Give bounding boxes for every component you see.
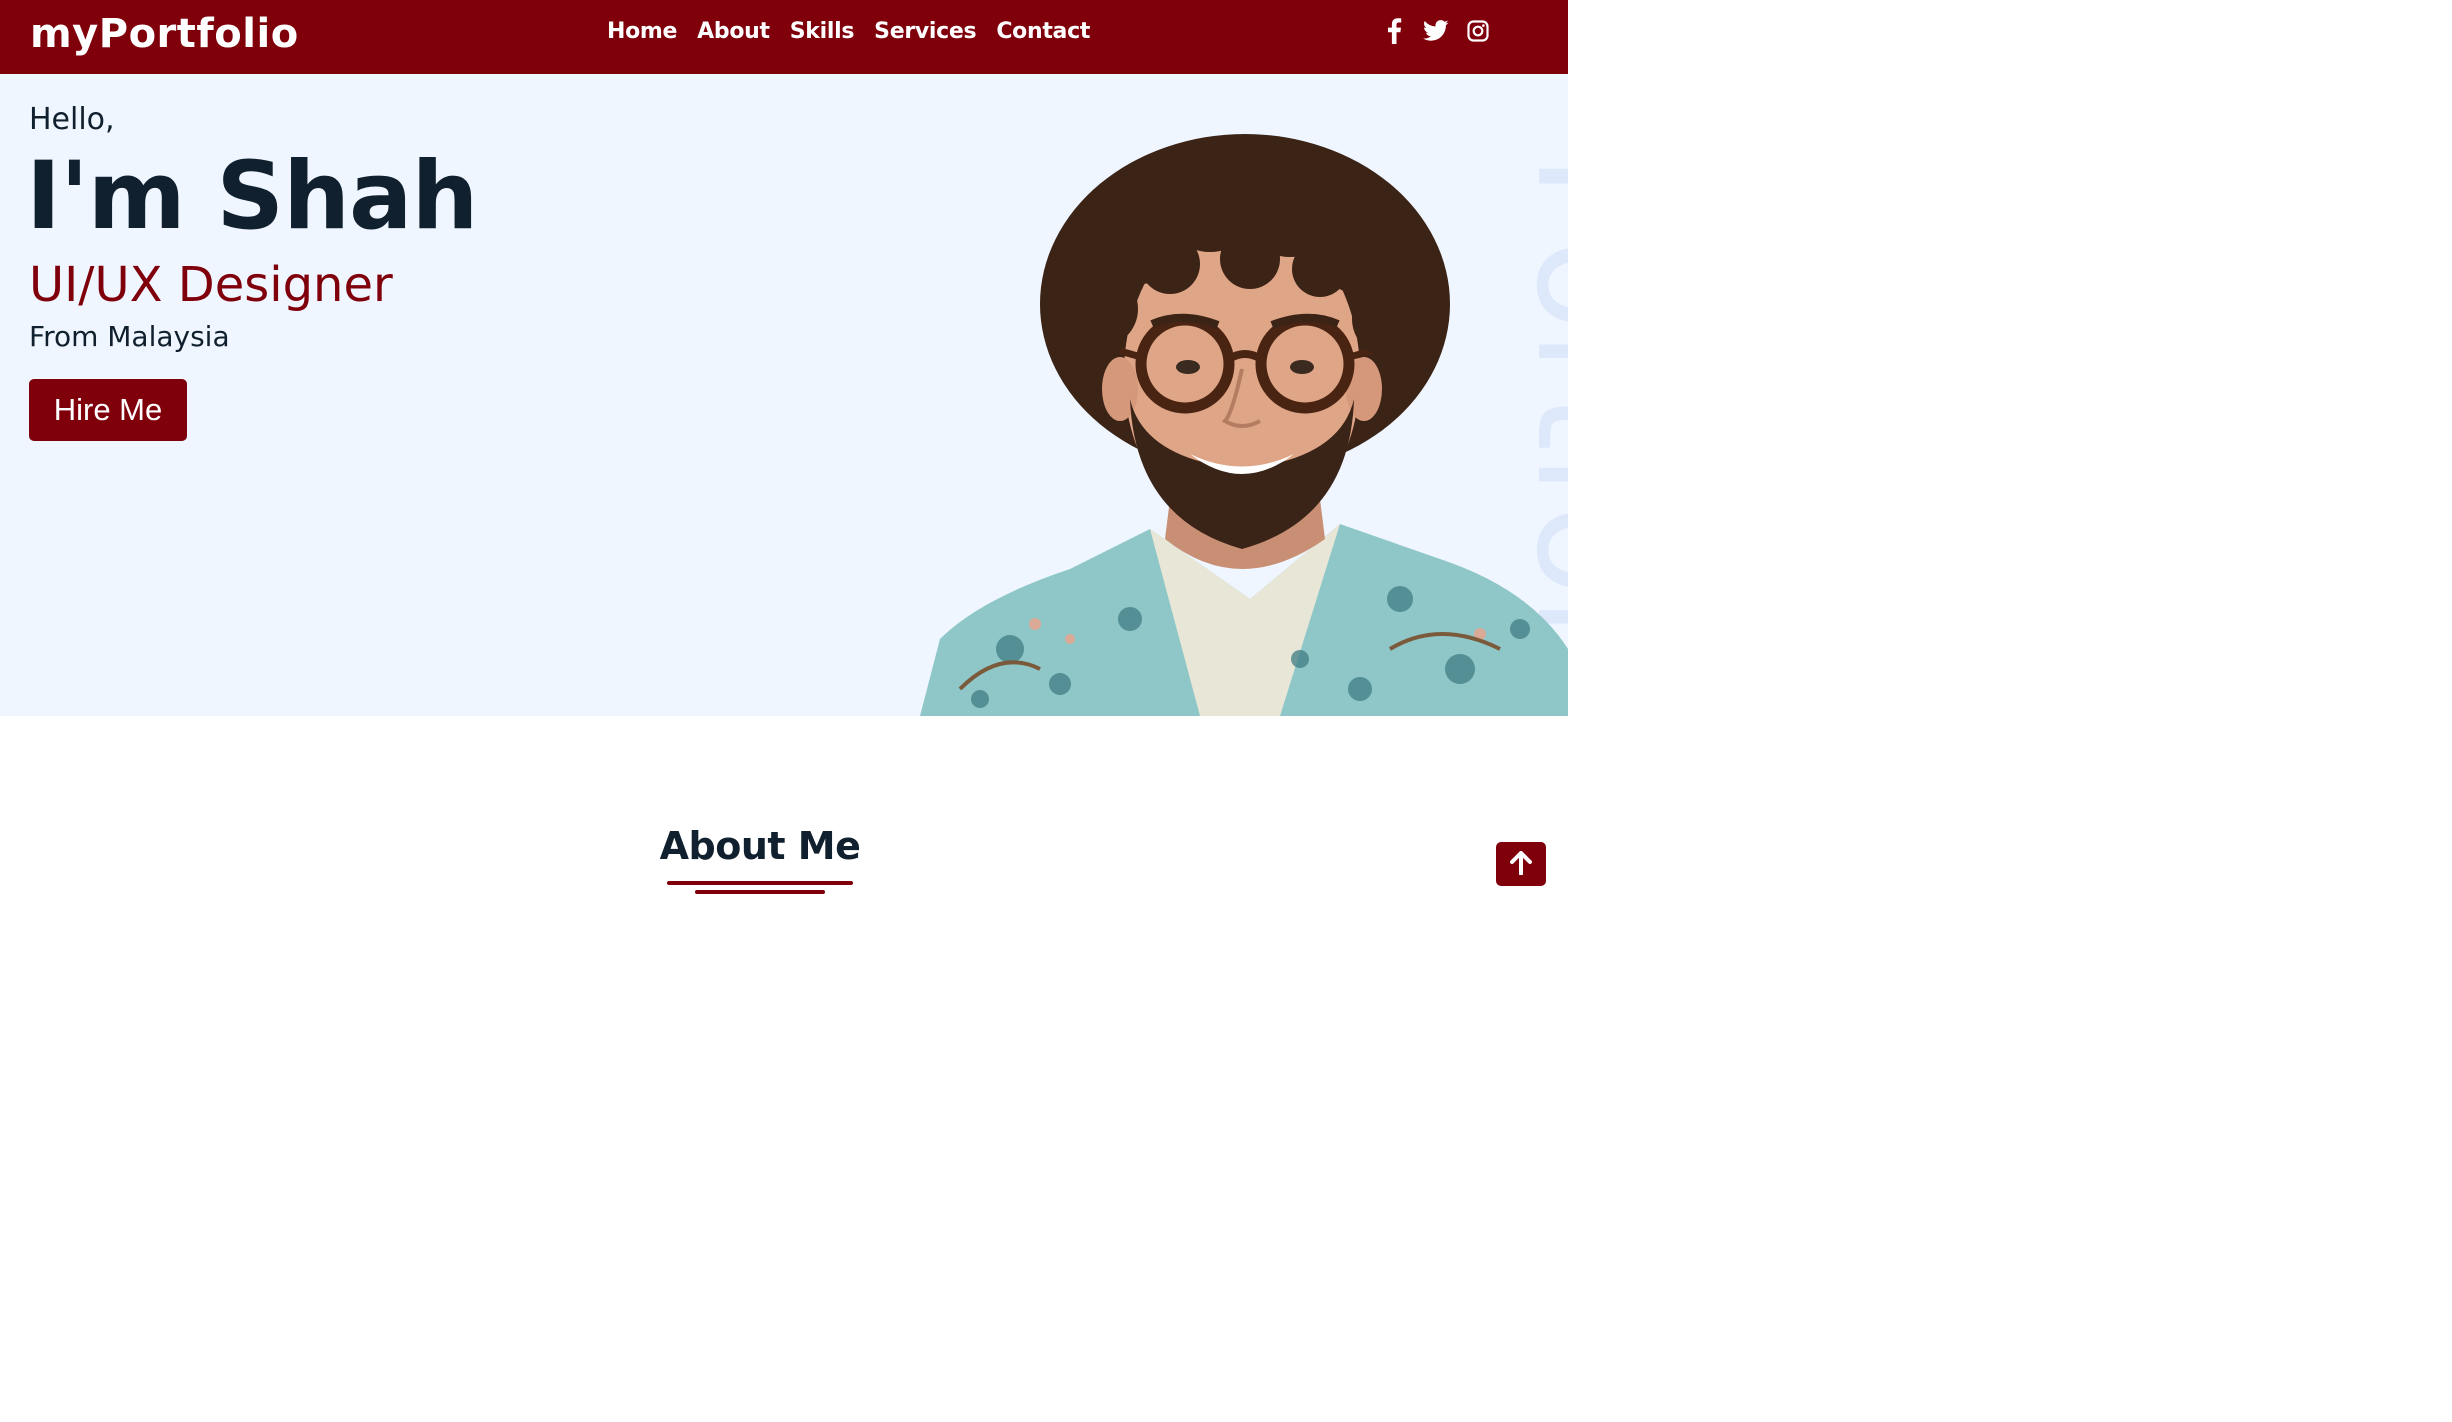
- hero-name: I'm Shah: [26, 142, 478, 251]
- hire-me-button[interactable]: Hire Me: [29, 379, 187, 441]
- nav-skills-link[interactable]: Skills: [790, 16, 855, 48]
- twitter-icon[interactable]: [1422, 17, 1450, 45]
- nav-services-link[interactable]: Services: [874, 16, 976, 48]
- about-section-title: About Me: [659, 824, 861, 868]
- nav-links: Home About Skills Services Contact: [607, 16, 1090, 48]
- navbar: myPortfolio Home About Skills Services C…: [0, 0, 1568, 74]
- social-links: [1380, 17, 1492, 45]
- hero-role: UI/UX Designer: [29, 257, 393, 313]
- hero-section: Portfolio Hello, I'm Shah UI/UX Designer…: [0, 74, 1568, 716]
- nav-home-link[interactable]: Home: [607, 16, 677, 48]
- facebook-icon[interactable]: [1380, 17, 1408, 45]
- arrow-up-icon: [1510, 850, 1532, 878]
- hero-greeting: Hello,: [29, 102, 115, 137]
- brand-logo[interactable]: myPortfolio: [30, 8, 299, 60]
- nav-contact-link[interactable]: Contact: [996, 16, 1090, 48]
- nav-about-link[interactable]: About: [697, 16, 770, 48]
- scroll-to-top-button[interactable]: [1496, 842, 1546, 886]
- portrait-image: [920, 134, 1568, 716]
- instagram-icon[interactable]: [1464, 17, 1492, 45]
- hero-origin: From Malaysia: [29, 320, 230, 353]
- title-underline: [667, 881, 853, 885]
- title-underline-short: [695, 890, 825, 894]
